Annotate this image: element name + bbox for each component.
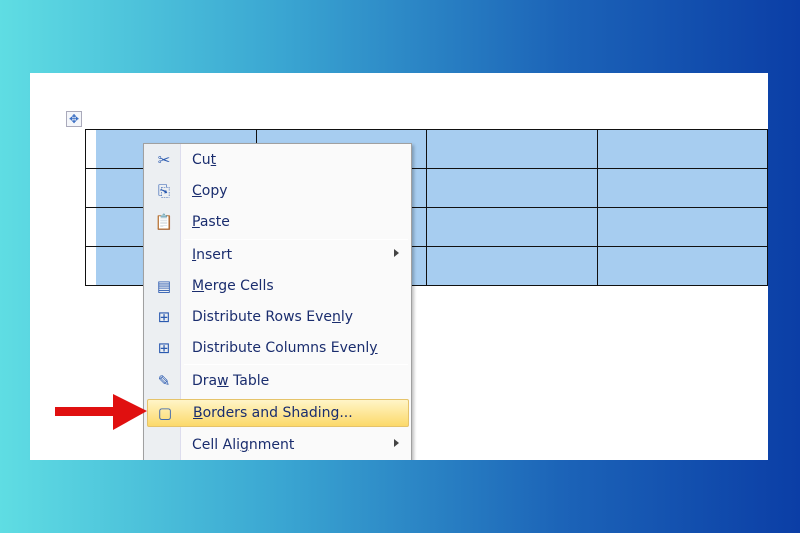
menu-item-label: Merge Cells — [192, 278, 274, 294]
table-cell[interactable] — [596, 129, 768, 169]
label-text: nment — [248, 437, 295, 453]
label-text: Table — [228, 373, 270, 389]
mnemonic-key: M — [192, 278, 205, 294]
draw-table-icon: ✎ — [157, 372, 171, 390]
menu-item-paste[interactable]: 📋 Paste — [147, 209, 409, 237]
copy-icon: ⎘ — [157, 182, 170, 200]
menu-item-label: Borders and Shading... — [193, 405, 353, 421]
menu-item-label: Paste — [192, 214, 230, 230]
menu-separator — [184, 239, 408, 240]
table-cell[interactable] — [426, 129, 598, 169]
mnemonic-key: B — [193, 405, 203, 421]
mnemonic-key: C — [192, 183, 202, 199]
menu-item-cell-alignment[interactable]: Cell Alignment — [147, 432, 409, 460]
table-move-handle-icon[interactable]: ✥ — [66, 111, 82, 127]
red-arrow-icon — [55, 394, 147, 430]
distribute-columns-icon: ⊞ — [157, 339, 171, 357]
table-cell[interactable] — [426, 168, 598, 208]
mnemonic-key: w — [217, 373, 229, 389]
submenu-arrow-icon — [394, 439, 399, 447]
table-cell[interactable] — [596, 246, 768, 286]
mnemonic-key: g — [239, 437, 249, 453]
label-text: nsert — [196, 247, 233, 263]
menu-item-borders-and-shading[interactable]: ▢ Borders and Shading... — [147, 399, 409, 427]
label-text: aste — [199, 214, 230, 230]
menu-item-label: Copy — [192, 183, 228, 199]
merge-cells-icon: ▤ — [156, 277, 172, 295]
mnemonic-key: n — [332, 309, 341, 325]
mnemonic-key: y — [369, 340, 378, 356]
menu-item-label: Draw Table — [192, 373, 269, 389]
label-text: Distribute Rows Eve — [192, 309, 333, 325]
borders-shading-icon: ▢ — [157, 404, 173, 422]
label-text: orders and Shading... — [202, 405, 353, 421]
label-text: Cell Ali — [192, 437, 240, 453]
mnemonic-key: P — [192, 214, 200, 230]
context-menu: ✂ Cut ⎘ Copy 📋 Paste Insert ▤ Merge Cells ⊞ Distri… — [143, 143, 412, 460]
table-cell[interactable] — [596, 207, 768, 247]
table-cell[interactable] — [596, 168, 768, 208]
menu-item-draw-table[interactable]: ✎ Draw Table — [147, 368, 409, 396]
distribute-rows-icon: ⊞ — [157, 308, 171, 326]
menu-separator — [184, 364, 408, 365]
paste-icon: 📋 — [154, 213, 174, 231]
menu-item-label: Distribute Columns Evenly — [192, 340, 378, 356]
table-cell[interactable] — [426, 246, 598, 286]
label-text: ly — [340, 309, 354, 325]
menu-item-merge-cells[interactable]: ▤ Merge Cells — [147, 273, 409, 301]
mnemonic-key: t — [210, 152, 217, 168]
table-cell[interactable] — [426, 207, 598, 247]
menu-item-copy[interactable]: ⎘ Copy — [147, 178, 409, 206]
menu-item-label: Distribute Rows Evenly — [192, 309, 353, 325]
label-text: Cu — [192, 152, 211, 168]
label-text: erge Cells — [204, 278, 274, 294]
menu-item-distribute-rows-evenly[interactable]: ⊞ Distribute Rows Evenly — [147, 304, 409, 332]
menu-item-distribute-columns-evenly[interactable]: ⊞ Distribute Columns Evenly — [147, 335, 409, 363]
menu-item-label: Insert — [192, 247, 232, 263]
submenu-arrow-icon — [394, 249, 399, 257]
menu-item-label: Cell Alignment — [192, 437, 294, 453]
menu-item-insert[interactable]: Insert — [147, 242, 409, 270]
menu-item-cut[interactable]: ✂ Cut — [147, 147, 409, 175]
label-text: Distribute Columns Evenl — [192, 340, 370, 356]
label-text: opy — [201, 183, 228, 199]
scissors-icon: ✂ — [157, 151, 171, 169]
label-text: Dra — [192, 373, 218, 389]
menu-item-label: Cut — [192, 152, 216, 168]
